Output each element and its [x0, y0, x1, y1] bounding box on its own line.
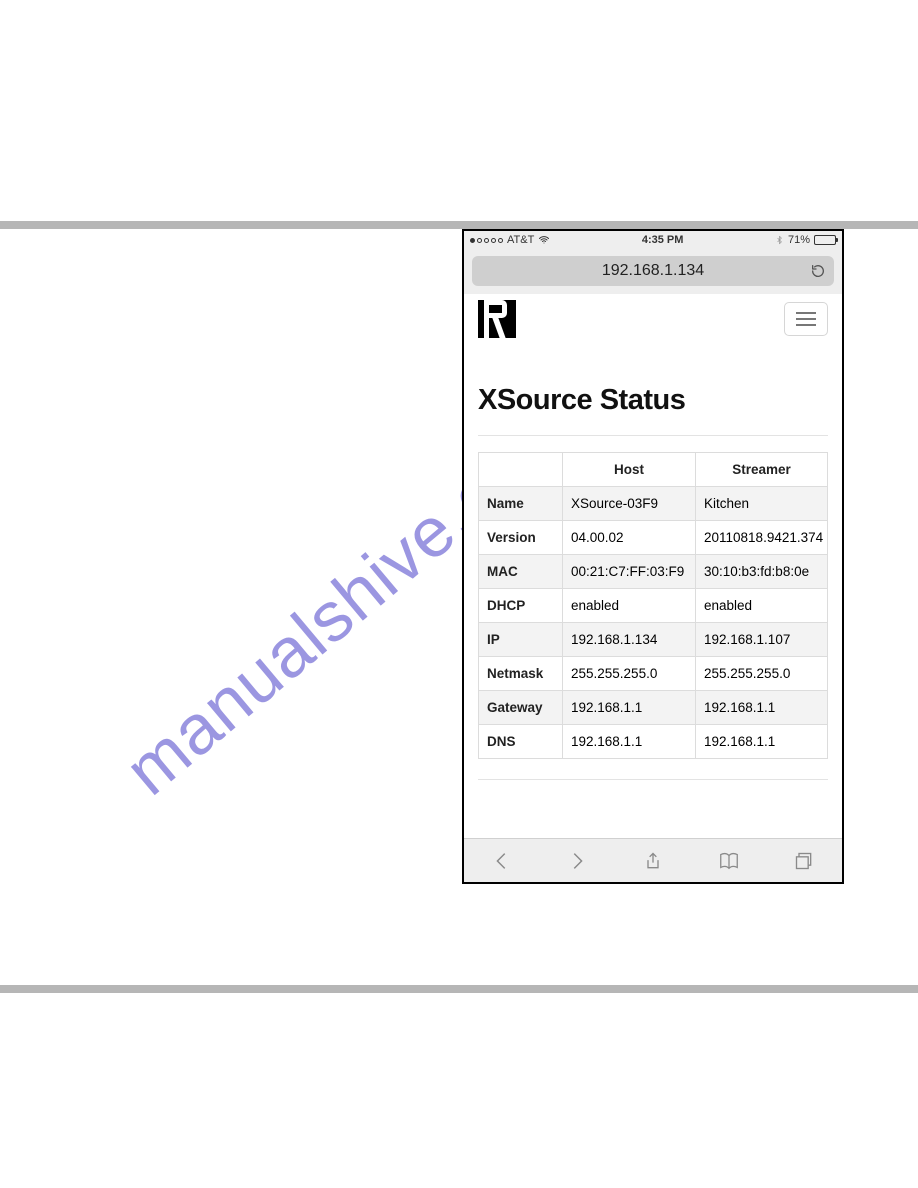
- forward-button[interactable]: [563, 847, 591, 875]
- row-label: IP: [479, 623, 563, 657]
- divider-bottom: [0, 985, 918, 993]
- table-row: IP 192.168.1.134 192.168.1.107: [479, 623, 828, 657]
- brand-logo[interactable]: [478, 300, 516, 338]
- share-icon: [643, 850, 663, 872]
- row-label: DHCP: [479, 589, 563, 623]
- cell-streamer: enabled: [696, 589, 828, 623]
- table-row: MAC 00:21:C7:FF:03:F9 30:10:b3:fd:b8:0e: [479, 555, 828, 589]
- table-row: Version 04.00.02 20110818.9421.374: [479, 521, 828, 555]
- table-row: Gateway 192.168.1.1 192.168.1.1: [479, 691, 828, 725]
- cell-host: 255.255.255.0: [563, 657, 696, 691]
- page-body: XSource Status Host Streamer Name XSourc…: [464, 294, 842, 838]
- cell-host: 192.168.1.1: [563, 691, 696, 725]
- carrier-label: AT&T: [507, 234, 534, 246]
- menu-button[interactable]: [784, 302, 828, 336]
- address-bar[interactable]: 192.168.1.134: [472, 256, 834, 286]
- cell-streamer: 255.255.255.0: [696, 657, 828, 691]
- cell-host: 00:21:C7:FF:03:F9: [563, 555, 696, 589]
- cell-host: XSource-03F9: [563, 487, 696, 521]
- signal-strength-icon: [470, 238, 503, 243]
- status-table: Host Streamer Name XSource-03F9 Kitchen …: [478, 452, 828, 759]
- table-row: DHCP enabled enabled: [479, 589, 828, 623]
- col-streamer: Streamer: [696, 453, 828, 487]
- page-title: XSource Status: [478, 384, 828, 417]
- row-label: Gateway: [479, 691, 563, 725]
- cell-host: 192.168.1.134: [563, 623, 696, 657]
- cell-host: enabled: [563, 589, 696, 623]
- rule: [478, 779, 828, 780]
- row-label: MAC: [479, 555, 563, 589]
- cell-streamer: 20110818.9421.374: [696, 521, 828, 555]
- clock: 4:35 PM: [642, 234, 684, 246]
- cell-streamer: 192.168.1.1: [696, 691, 828, 725]
- bookmarks-button[interactable]: [715, 847, 743, 875]
- divider-top: [0, 221, 918, 229]
- cell-streamer: 192.168.1.107: [696, 623, 828, 657]
- cell-host: 192.168.1.1: [563, 725, 696, 759]
- wifi-icon: [538, 234, 550, 246]
- battery-icon: [814, 235, 836, 245]
- address-bar-area: 192.168.1.134: [464, 249, 842, 294]
- hamburger-icon: [796, 312, 816, 314]
- statusbar: AT&T 4:35 PM 71%: [464, 231, 842, 249]
- row-label: DNS: [479, 725, 563, 759]
- cell-streamer: 192.168.1.1: [696, 725, 828, 759]
- page-navbar: [478, 294, 828, 348]
- cell-streamer: Kitchen: [696, 487, 828, 521]
- row-label: Netmask: [479, 657, 563, 691]
- browser-toolbar: [464, 838, 842, 882]
- table-row: Netmask 255.255.255.0 255.255.255.0: [479, 657, 828, 691]
- phone-screenshot: AT&T 4:35 PM 71% 192.168.1.134: [462, 229, 844, 884]
- book-icon: [717, 850, 741, 872]
- tabs-icon: [794, 851, 814, 871]
- reload-icon[interactable]: [810, 263, 826, 279]
- table-row: Name XSource-03F9 Kitchen: [479, 487, 828, 521]
- battery-percent: 71%: [788, 234, 810, 246]
- chevron-right-icon: [566, 850, 588, 872]
- cell-host: 04.00.02: [563, 521, 696, 555]
- rule: [478, 435, 828, 436]
- col-blank: [479, 453, 563, 487]
- back-button[interactable]: [488, 847, 516, 875]
- col-host: Host: [563, 453, 696, 487]
- bluetooth-icon: [775, 234, 784, 246]
- url-text: 192.168.1.134: [602, 262, 704, 280]
- chevron-left-icon: [491, 850, 513, 872]
- share-button[interactable]: [639, 847, 667, 875]
- table-header-row: Host Streamer: [479, 453, 828, 487]
- row-label: Name: [479, 487, 563, 521]
- row-label: Version: [479, 521, 563, 555]
- table-row: DNS 192.168.1.1 192.168.1.1: [479, 725, 828, 759]
- tabs-button[interactable]: [790, 847, 818, 875]
- cell-streamer: 30:10:b3:fd:b8:0e: [696, 555, 828, 589]
